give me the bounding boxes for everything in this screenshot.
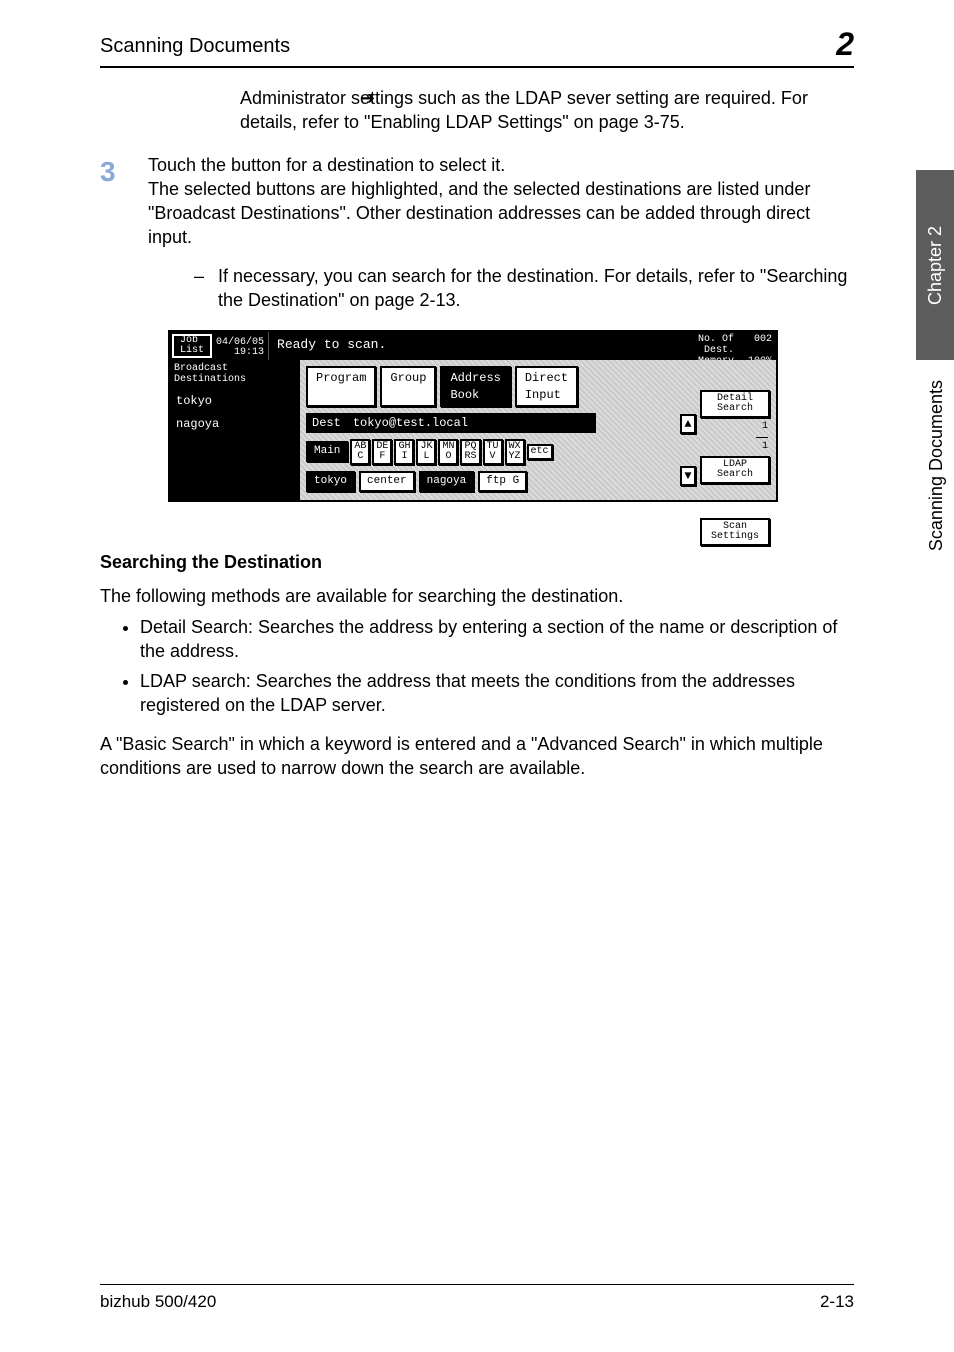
alpha-group-button[interactable]: DE F	[372, 439, 392, 465]
scroll-down-button[interactable]: ▼	[680, 466, 696, 486]
header-title: Scanning Documents	[100, 33, 290, 60]
scan-settings-button[interactable]: Scan Settings	[700, 518, 770, 546]
alpha-main-button[interactable]: Main	[306, 441, 348, 462]
datetime-display: 04/06/05 19:13	[214, 332, 269, 360]
ldap-admin-note: ➔ Administrator settings such as the LDA…	[240, 86, 854, 135]
device-screenshot: Job List 04/06/05 19:13 Ready to scan. N…	[168, 330, 778, 502]
dest-count-value: 002	[754, 334, 772, 356]
status-text: Ready to scan.	[269, 332, 694, 360]
page-current: 1	[762, 421, 768, 432]
job-list-label: Job List	[180, 336, 204, 356]
broadcast-item[interactable]: tokyo	[174, 391, 296, 411]
address-button-ftp-g[interactable]: ftp G	[478, 471, 527, 492]
arrow-down-icon: ▼	[684, 468, 691, 484]
job-list-button[interactable]: Job List	[172, 334, 212, 358]
tab-group[interactable]: Group	[380, 366, 436, 406]
step-number: 3	[100, 153, 148, 191]
tab-program[interactable]: Program	[306, 366, 376, 406]
tab-direct-input[interactable]: Direct Input	[515, 366, 578, 406]
section-bullet: LDAP search: Searches the address that m…	[140, 669, 854, 718]
step-line-2: The selected buttons are highlighted, an…	[148, 177, 854, 250]
alpha-group-button[interactable]: etc	[527, 444, 553, 460]
page-total: 1	[762, 441, 768, 452]
broadcast-destinations-panel: Broadcast Destinations tokyo nagoya	[170, 360, 300, 500]
broadcast-item[interactable]: nagoya	[174, 414, 296, 434]
scroll-up-button[interactable]: ▲	[680, 414, 696, 434]
alpha-group-button[interactable]: TU V	[483, 439, 503, 465]
dash-icon: –	[194, 264, 218, 313]
alpha-group-button[interactable]: JK L	[416, 439, 436, 465]
meters: No. Of Dest. 002 Memory 100%	[694, 332, 776, 360]
page-header: Scanning Documents 2	[100, 28, 854, 68]
tab-address-book[interactable]: Address Book	[440, 366, 510, 406]
dest-count-label: No. Of Dest.	[698, 334, 734, 356]
alpha-group-button[interactable]: PQ RS	[460, 439, 480, 465]
page-indicator: 1 1	[700, 422, 770, 452]
address-button-nagoya[interactable]: nagoya	[419, 471, 475, 492]
section-title: Searching the Destination	[100, 550, 854, 574]
arrow-icon: ➔	[360, 86, 375, 110]
alpha-group-button[interactable]: MN O	[438, 439, 458, 465]
alpha-group-button[interactable]: WX YZ	[505, 439, 525, 465]
chapter-side-label: Scanning Documents	[924, 380, 948, 551]
chapter-side-tab: Chapter 2	[916, 170, 954, 360]
broadcast-destinations-header: Broadcast Destinations	[174, 364, 296, 385]
alpha-group-button[interactable]: AB C	[350, 439, 370, 465]
step-line-1: Touch the button for a destination to se…	[148, 153, 854, 177]
alpha-group-button[interactable]: GH I	[394, 439, 414, 465]
section-paragraph: A "Basic Search" in which a keyword is e…	[100, 732, 854, 781]
dest-line: Dest tokyo@test.local	[306, 413, 596, 433]
address-button-center[interactable]: center	[359, 471, 415, 492]
page-footer: bizhub 500/420 2-13	[100, 1284, 854, 1314]
dest-value: tokyo@test.local	[353, 415, 468, 431]
ldap-search-button[interactable]: LDAP Search	[700, 456, 770, 484]
address-button-tokyo[interactable]: tokyo	[306, 471, 355, 492]
header-chapter-number: 2	[836, 28, 854, 60]
step-dash-note: If necessary, you can search for the des…	[218, 264, 854, 313]
time-text: 19:13	[234, 348, 264, 358]
section-intro: The following methods are available for …	[100, 584, 854, 608]
footer-left: bizhub 500/420	[100, 1291, 216, 1314]
detail-search-button[interactable]: Detail Search	[700, 390, 770, 418]
dest-label: Dest	[312, 415, 341, 431]
section-bullet: Detail Search: Searches the address by e…	[140, 615, 854, 664]
arrow-up-icon: ▲	[684, 416, 691, 432]
footer-right: 2-13	[820, 1291, 854, 1314]
section-bullet-list: Detail Search: Searches the address by e…	[100, 615, 854, 718]
ldap-admin-note-text: Administrator settings such as the LDAP …	[240, 86, 854, 135]
